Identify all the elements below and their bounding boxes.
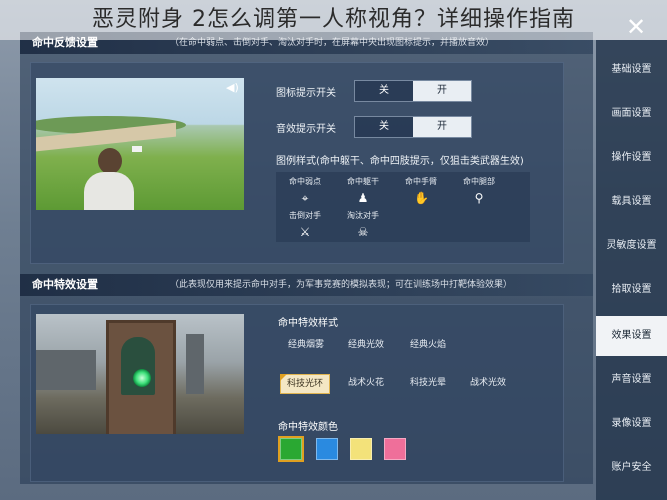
- effect-style-title: 命中特效样式: [278, 318, 338, 329]
- sidebar-item-pickup[interactable]: 拾取设置: [596, 270, 667, 310]
- icon-toggle[interactable]: 关 开: [354, 80, 472, 102]
- legend-label: 命中躯干: [347, 177, 379, 186]
- sidebar-item-vehicle[interactable]: 载具设置: [596, 182, 667, 222]
- sidebar-item-sound[interactable]: 声音设置: [596, 360, 667, 400]
- section-header-hit-effects: 命中特效设置 （此表现仅用来提示命中对手，为军事竞赛的模拟表现；可在训练场中打靶…: [20, 274, 593, 296]
- sidebar-item-account[interactable]: 账户安全: [596, 448, 667, 488]
- target-board: [106, 320, 176, 434]
- sound-toggle-label: 音效提示开关: [276, 124, 336, 135]
- hit-ring-effect: [133, 369, 151, 387]
- sidebar-item-sensitivity[interactable]: 灵敏度设置: [596, 226, 667, 266]
- color-swatch-pink[interactable]: [384, 438, 406, 460]
- crosshair-icon: ⌖: [301, 191, 309, 205]
- legend-item-weakspot: 命中弱点 ⌖: [276, 176, 334, 205]
- soldier-head: [98, 148, 122, 174]
- legend-item-knockdown: 击倒对手 ⚔: [276, 210, 334, 239]
- arm-hit-icon: ✋: [414, 191, 429, 205]
- sound-toggle-on[interactable]: 开: [413, 117, 471, 137]
- sidebar-item-basic[interactable]: 基础设置: [596, 50, 667, 90]
- icon-toggle-label: 图标提示开关: [276, 88, 336, 99]
- effect-style-option[interactable]: 战术火花: [342, 374, 390, 392]
- sidebar-item-replay[interactable]: 录像设置: [596, 404, 667, 444]
- sidebar-item-graphics[interactable]: 画面设置: [596, 94, 667, 134]
- legend-item-leg: 命中腿部 ⚲: [450, 176, 508, 205]
- effect-style-option[interactable]: 战术光效: [464, 374, 512, 392]
- soldier-body: [84, 172, 134, 210]
- knockdown-icon: ⚔: [299, 225, 311, 239]
- section-note: （此表现仅用来提示命中对手，为军事竞赛的模拟表现；可在训练场中打靶体验效果）: [170, 280, 513, 290]
- sound-toggle[interactable]: 关 开: [354, 116, 472, 138]
- legend-label: 淘汰对手: [347, 211, 379, 220]
- color-swatch-blue[interactable]: [316, 438, 338, 460]
- color-swatch-yellow[interactable]: [350, 438, 372, 460]
- hit-effect-preview-image: [36, 314, 244, 434]
- effect-style-option-selected[interactable]: 科技光环: [280, 374, 331, 394]
- hit-icons-legend: 命中弱点 ⌖ 命中躯干 ♟ 命中手臂 ✋ 命中腿部 ⚲ 击倒对手 ⚔ 淘汰对手 …: [276, 172, 530, 242]
- color-swatch-green[interactable]: [278, 436, 304, 462]
- legend-title: 图例样式(命中躯干、命中四肢提示，仅狙击类武器生效): [276, 156, 524, 167]
- legend-label: 击倒对手: [289, 211, 321, 220]
- effect-style-option[interactable]: 科技光晕: [404, 374, 452, 392]
- legend-label: 命中腿部: [463, 177, 495, 186]
- sidebar-item-effects[interactable]: 效果设置: [596, 316, 667, 356]
- effect-style-option[interactable]: 经典光效: [342, 336, 390, 354]
- effect-color-title: 命中特效颜色: [278, 422, 338, 433]
- legend-label: 命中弱点: [289, 177, 321, 186]
- page-title-banner: 恶灵附身 2怎么调第一人称视角？详细操作指南: [0, 0, 667, 40]
- legend-item-eliminate: 淘汰对手 ☠: [334, 210, 392, 239]
- close-icon[interactable]: ✕: [625, 15, 647, 39]
- legend-label: 命中手臂: [405, 177, 437, 186]
- section-title: 命中特效设置: [32, 278, 98, 291]
- sound-toggle-off[interactable]: 关: [355, 117, 413, 137]
- legend-item-arm: 命中手臂 ✋: [392, 176, 450, 205]
- leg-hit-icon: ⚲: [474, 191, 484, 205]
- warehouse-shape: [36, 350, 96, 390]
- distant-target: [132, 146, 142, 152]
- eliminate-icon: ☠: [357, 225, 369, 239]
- icon-toggle-off[interactable]: 关: [355, 81, 413, 101]
- settings-main-panel: 命中反馈设置 （在命中弱点、击倒对手、淘汰对手时，在屏幕中央出现图标提示，并播放…: [20, 32, 593, 484]
- torso-hit-icon: ♟: [357, 191, 369, 205]
- effect-style-option[interactable]: 经典火焰: [404, 336, 452, 354]
- tower-shape: [186, 334, 204, 394]
- settings-sidebar: 基础设置 画面设置 操作设置 载具设置 灵敏度设置 拾取设置 效果设置 声音设置…: [596, 40, 667, 500]
- hit-feedback-preview-image: ◀): [36, 78, 244, 210]
- sidebar-item-controls[interactable]: 操作设置: [596, 138, 667, 178]
- icon-toggle-on[interactable]: 开: [413, 81, 471, 101]
- effect-style-option[interactable]: 经典烟雾: [282, 336, 330, 354]
- legend-item-torso: 命中躯干 ♟: [334, 176, 392, 205]
- speaker-icon[interactable]: ◀): [226, 82, 240, 94]
